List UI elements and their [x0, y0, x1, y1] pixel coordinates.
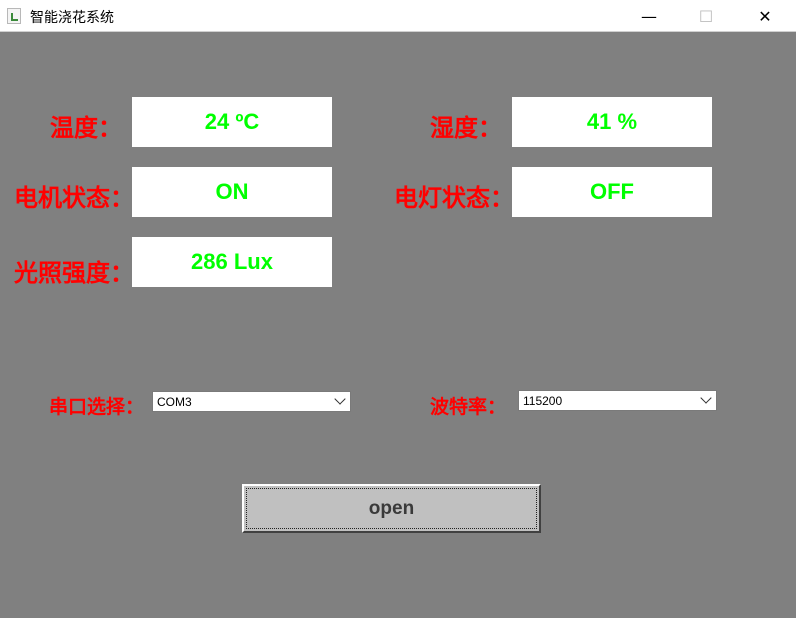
chevron-down-icon: [700, 392, 712, 404]
baud-rate-select[interactable]: 115200: [518, 390, 717, 411]
serial-port-select[interactable]: COM3: [152, 391, 351, 412]
light-intensity-label: 光照强度：: [14, 259, 134, 287]
serial-port-value: COM3: [157, 395, 192, 409]
minimize-button[interactable]: —: [626, 0, 672, 32]
humidity-value: 41 %: [512, 97, 712, 147]
temperature-value: 24 ºC: [132, 97, 332, 147]
humidity-label: 湿度：: [430, 114, 502, 142]
motor-status-label: 电机状态：: [14, 184, 134, 212]
temperature-label: 温度：: [50, 114, 122, 142]
motor-status-value: ON: [132, 167, 332, 217]
baud-rate-label: 波特率：: [430, 396, 507, 418]
lamp-status-label: 电灯状态：: [394, 184, 514, 212]
maximize-button[interactable]: ☐: [683, 0, 729, 32]
close-button[interactable]: ✕: [742, 0, 788, 32]
title-bar: 智能浇花系统 — ☐ ✕: [0, 0, 796, 32]
baud-rate-value: 115200: [523, 394, 563, 408]
app-icon: [7, 8, 21, 24]
open-button[interactable]: open: [242, 484, 541, 533]
light-intensity-value: 286 Lux: [132, 237, 332, 287]
chevron-down-icon: [334, 393, 346, 405]
serial-port-label: 串口选择：: [49, 396, 145, 418]
window-title: 智能浇花系统: [30, 10, 114, 26]
lamp-status-value: OFF: [512, 167, 712, 217]
